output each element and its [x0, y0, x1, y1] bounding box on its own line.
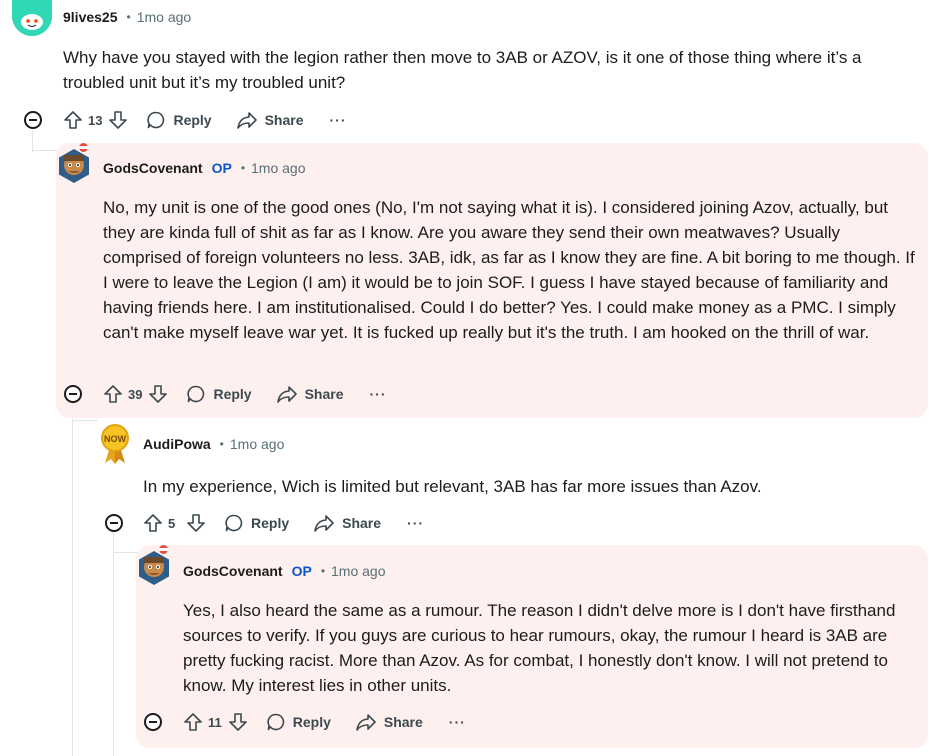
vote-count: 5 — [168, 515, 176, 531]
reply-button[interactable]: Reply — [186, 384, 252, 404]
timestamp[interactable]: 1mo ago — [230, 436, 284, 452]
collapse-button[interactable] — [24, 111, 42, 129]
comment-actions: 11 Reply Share ··· — [183, 706, 466, 738]
thread-line-level-3 — [113, 532, 114, 756]
upvote-button[interactable] — [103, 384, 123, 404]
share-button[interactable]: Share — [236, 110, 304, 130]
op-tag: OP — [291, 563, 312, 579]
share-button[interactable]: Share — [355, 712, 423, 732]
author-name[interactable]: GodsCovenant — [183, 563, 283, 579]
vote-count: 13 — [88, 112, 103, 128]
comment-body: No, my unit is one of the good ones (No,… — [103, 198, 915, 342]
share-label: Share — [342, 515, 382, 531]
user-avatar-icon — [59, 149, 89, 183]
reply-button[interactable]: Reply — [266, 712, 331, 732]
vote-count: 11 — [208, 714, 222, 730]
meta-separator: • — [240, 161, 246, 175]
badge-text: NOW — [104, 434, 127, 444]
collapse-button[interactable] — [105, 514, 123, 532]
thread-line-level-1 — [32, 130, 33, 152]
meta-separator: • — [219, 437, 224, 451]
author-name[interactable]: 9lives25 — [63, 9, 118, 25]
downvote-button[interactable] — [228, 712, 248, 732]
author-name[interactable]: AudiPowa — [143, 436, 211, 452]
downvote-icon — [109, 111, 128, 129]
timestamp[interactable]: 1mo ago — [331, 563, 385, 579]
comment-meta: AudiPowa • 1mo ago — [143, 436, 284, 452]
share-arrow-icon — [236, 112, 257, 129]
upvote-button[interactable] — [63, 110, 83, 130]
reply-bubble-icon — [267, 713, 284, 731]
comment-actions: 5 Reply Share ··· — [143, 507, 424, 539]
flag-badge-icon — [79, 143, 88, 152]
downvote-icon — [228, 713, 247, 731]
reply-bubble-icon — [147, 111, 165, 129]
reply-label: Reply — [213, 386, 252, 402]
upvote-icon — [64, 111, 82, 129]
meta-separator: • — [126, 10, 131, 24]
comment-meta: 9lives25 • 1mo ago — [63, 9, 191, 25]
collapse-button[interactable] — [64, 385, 82, 403]
comment-actions: 13 Reply Share ··· — [63, 104, 347, 136]
reply-label: Reply — [292, 714, 331, 730]
thread-line-level-2-curve — [72, 420, 98, 421]
downvote-icon — [149, 385, 168, 403]
share-label: Share — [383, 714, 423, 730]
comment-body: In my experience, Wich is limited but re… — [143, 477, 762, 496]
op-tag: OP — [211, 160, 232, 176]
avatar[interactable]: NOW — [98, 424, 132, 464]
reply-button[interactable]: Reply — [224, 513, 289, 533]
avatar[interactable] — [136, 550, 172, 586]
more-options-button[interactable]: ··· — [370, 386, 387, 402]
share-arrow-icon — [276, 386, 297, 403]
snoo-avatar-icon — [12, 0, 52, 36]
flag-badge-icon — [159, 545, 168, 554]
thread-line-level-2 — [72, 404, 73, 756]
comment-meta: GodsCovenant OP • 1mo ago — [183, 563, 386, 579]
upvote-icon — [184, 713, 202, 731]
downvote-button[interactable] — [186, 513, 206, 533]
comment-actions: 39 Reply Share ··· — [103, 378, 387, 410]
collapse-button[interactable] — [144, 713, 162, 731]
share-button[interactable]: Share — [313, 513, 381, 533]
comment-body: Yes, I also heard the same as a rumour. … — [183, 601, 896, 695]
more-options-button[interactable]: ··· — [449, 714, 466, 730]
timestamp[interactable]: 1mo ago — [251, 160, 305, 176]
vote-count: 39 — [128, 386, 143, 402]
more-options-button[interactable]: ··· — [407, 515, 424, 531]
comment-meta: GodsCovenant OP • 1mo ago — [103, 160, 306, 176]
author-name[interactable]: GodsCovenant — [103, 160, 203, 176]
downvote-button[interactable] — [148, 384, 168, 404]
now-badge-avatar-icon: NOW — [101, 424, 129, 464]
upvote-icon — [104, 385, 122, 403]
avatar[interactable] — [56, 148, 92, 184]
thread-line-level-1-curve — [32, 150, 58, 151]
thread-line-level-3-curve — [113, 552, 137, 553]
share-arrow-icon — [314, 515, 334, 532]
share-label: Share — [304, 386, 344, 402]
reply-bubble-icon — [187, 385, 205, 403]
comment-body: Why have you stayed with the legion rath… — [63, 48, 862, 92]
reply-label: Reply — [173, 112, 212, 128]
upvote-button[interactable] — [183, 712, 203, 732]
meta-separator: • — [320, 564, 326, 578]
timestamp[interactable]: 1mo ago — [137, 9, 191, 25]
share-button[interactable]: Share — [276, 384, 344, 404]
reply-label: Reply — [251, 515, 290, 531]
user-avatar-icon — [139, 551, 169, 585]
avatar[interactable] — [12, 0, 52, 36]
downvote-icon — [187, 514, 205, 532]
upvote-button[interactable] — [143, 513, 163, 533]
reply-button[interactable]: Reply — [146, 110, 212, 130]
downvote-button[interactable] — [108, 110, 128, 130]
upvote-icon — [144, 514, 162, 532]
share-label: Share — [264, 112, 304, 128]
more-options-button[interactable]: ··· — [330, 112, 347, 128]
reply-bubble-icon — [225, 514, 243, 532]
share-arrow-icon — [356, 714, 376, 731]
